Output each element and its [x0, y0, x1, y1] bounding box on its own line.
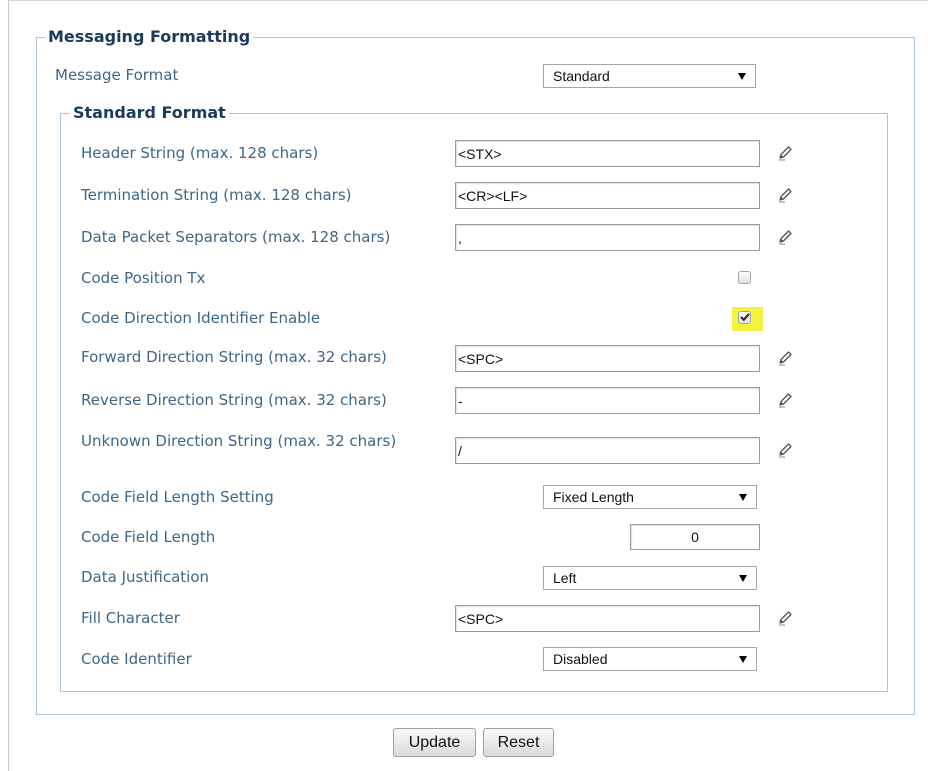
code-position-tx-checkbox[interactable] [738, 271, 751, 284]
unknown-direction-string-label: Unknown Direction String (max. 32 chars) [81, 432, 397, 450]
pencil-icon[interactable] [776, 144, 794, 162]
update-button[interactable]: Update [393, 728, 476, 757]
checkmark-icon [740, 313, 750, 322]
data-packet-separators-label: Data Packet Separators (max. 128 chars) [81, 228, 391, 246]
dropdown-arrow-icon [739, 494, 747, 501]
termination-string-label: Termination String (max. 128 chars) [81, 186, 352, 204]
code-direction-identifier-enable-label: Code Direction Identifier Enable [81, 309, 321, 327]
data-justification-value: Left [553, 570, 577, 586]
pencil-icon[interactable] [776, 228, 794, 246]
data-justification-select[interactable]: Left [543, 566, 757, 590]
code-field-length-input[interactable] [630, 524, 760, 550]
forward-direction-string-label: Forward Direction String (max. 32 chars) [81, 348, 387, 366]
dropdown-arrow-icon [738, 73, 746, 80]
header-string-label: Header String (max. 128 chars) [81, 144, 319, 162]
code-identifier-label: Code Identifier [81, 650, 192, 668]
code-field-length-setting-label: Code Field Length Setting [81, 488, 274, 506]
dropdown-arrow-icon [739, 656, 747, 663]
code-field-length-setting-select[interactable]: Fixed Length [543, 485, 757, 509]
pencil-icon[interactable] [776, 349, 794, 367]
code-direction-identifier-enable-checkbox[interactable] [738, 311, 751, 324]
data-justification-label: Data Justification [81, 568, 209, 586]
pencil-icon[interactable] [776, 441, 794, 459]
data-packet-separators-input[interactable] [455, 224, 760, 251]
pencil-icon[interactable] [776, 186, 794, 204]
forward-direction-string-input[interactable] [455, 345, 760, 372]
pencil-icon[interactable] [776, 609, 794, 627]
fill-character-label: Fill Character [81, 609, 180, 627]
dropdown-arrow-icon [739, 575, 747, 582]
code-identifier-value: Disabled [553, 651, 608, 667]
fill-character-input[interactable] [455, 605, 760, 632]
message-format-select[interactable]: Standard [543, 64, 756, 88]
termination-string-input[interactable] [455, 182, 760, 209]
reverse-direction-string-label: Reverse Direction String (max. 32 chars) [81, 391, 387, 409]
pencil-icon[interactable] [776, 391, 794, 409]
reset-button[interactable]: Reset [483, 728, 554, 757]
header-string-input[interactable] [455, 140, 760, 167]
reverse-direction-string-input[interactable] [455, 387, 760, 414]
unknown-direction-string-input[interactable] [455, 437, 760, 464]
message-format-value: Standard [553, 68, 610, 84]
code-identifier-select[interactable]: Disabled [543, 647, 757, 671]
code-field-length-label: Code Field Length [81, 528, 216, 546]
message-format-label: Message Format [55, 66, 179, 84]
code-position-tx-label: Code Position Tx [81, 269, 206, 287]
standard-format-legend: Standard Format [70, 103, 229, 123]
code-field-length-setting-value: Fixed Length [553, 489, 634, 505]
messaging-formatting-legend: Messaging Formatting [45, 27, 254, 47]
